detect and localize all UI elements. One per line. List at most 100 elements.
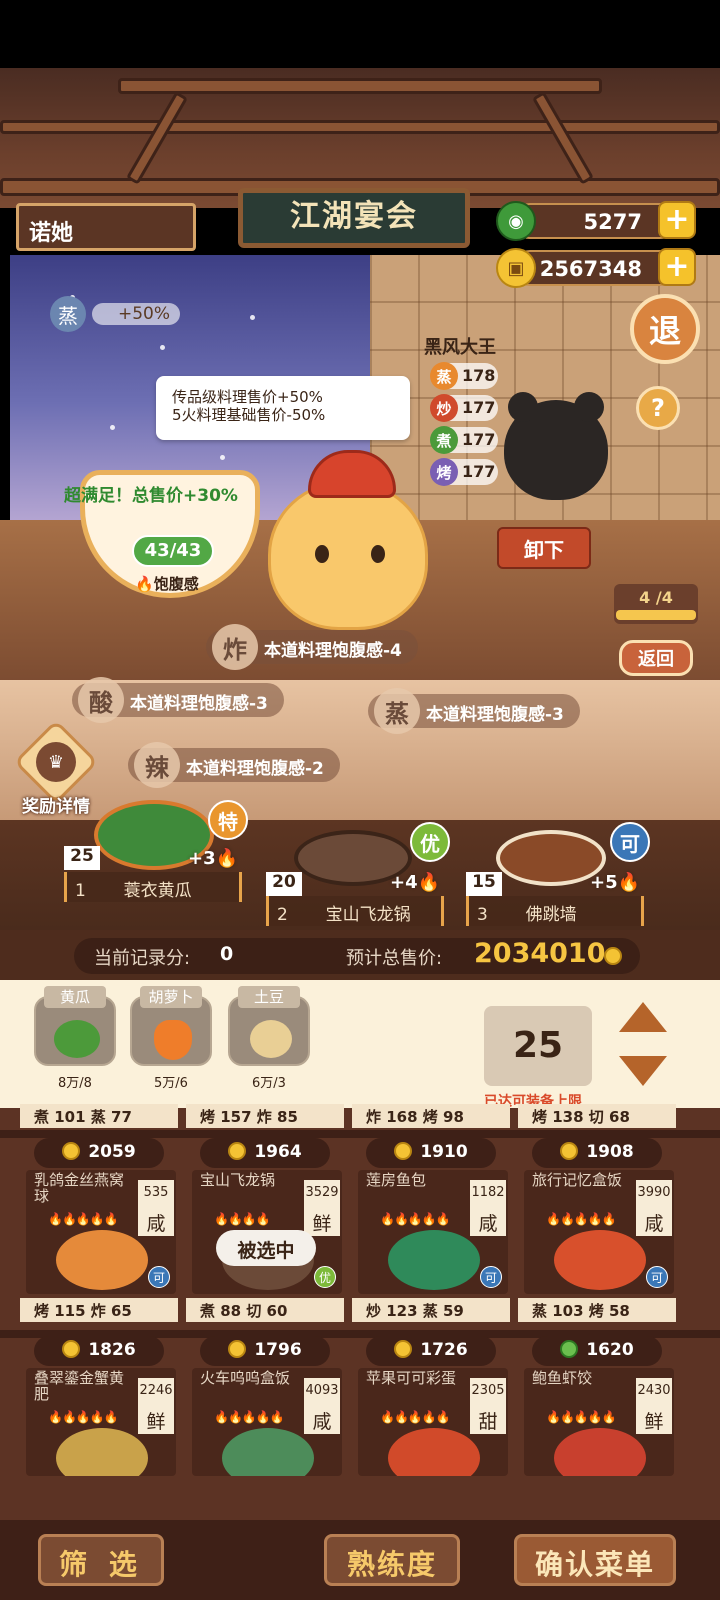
recipe-stats: 炒 123 蒸 59 (352, 1298, 510, 1322)
recipe-price: 1826 (34, 1336, 164, 1366)
recipe-card[interactable]: 1908 旅行记忆盒饭 3990 咸 🔥🔥🔥🔥🔥 可 蒸 103 烤 58 (518, 1138, 678, 1334)
recipe-flavor: 咸 (636, 1206, 672, 1236)
selected-label: 被选中 (216, 1230, 316, 1266)
decrease-arrow-icon[interactable] (619, 1056, 667, 1086)
recipe-title: 莲房鱼包 (366, 1171, 427, 1189)
grade-badge: 可 (148, 1266, 170, 1288)
penalty-tag: 蒸 本道料理饱腹感-3 (368, 688, 580, 734)
opponent-stat: 煮 177 (430, 426, 498, 454)
ingredient-qty: 5万/6 (154, 1076, 188, 1091)
coin-icon (604, 947, 622, 965)
stat-badge: 蒸 (430, 362, 458, 390)
stat-a: 煮 (34, 1108, 50, 1126)
coin-icon: ▣ (496, 248, 536, 288)
confirm-menu-button[interactable]: 确认菜单 (514, 1534, 676, 1586)
increase-arrow-icon[interactable] (619, 1002, 667, 1032)
stat-b: 炸 (256, 1108, 272, 1126)
stat-b: 切 (588, 1108, 604, 1126)
recipe-price: 1796 (200, 1336, 330, 1366)
fire-rating-icon: 🔥🔥🔥🔥🔥 (48, 1212, 119, 1226)
add-coin-button[interactable]: + (658, 248, 696, 286)
roof-background (0, 68, 720, 208)
food-image (554, 1230, 646, 1290)
return-button[interactable]: 返回 (619, 640, 693, 676)
dish-quantity: 25 (64, 846, 100, 870)
dish-index: 1 (75, 881, 86, 901)
unload-button[interactable]: 卸下 (497, 527, 591, 569)
menu-slot-1[interactable]: 25 特 +3🔥 1 蓑衣黄瓜 (64, 790, 248, 906)
recipe-card[interactable]: 1620 鲍鱼虾饺 2430 鲜 🔥🔥🔥🔥🔥 (518, 1336, 678, 1520)
stat-a-value: 157 (220, 1108, 252, 1126)
recipe-art: 苹果可可彩蛋 2305 甜 🔥🔥🔥🔥🔥 (358, 1368, 508, 1476)
penalty-badge: 炸 (212, 624, 258, 670)
grade-badge: 可 (610, 822, 650, 862)
price-value: 1826 (88, 1340, 136, 1360)
stat-value: 177 (462, 462, 496, 481)
total-value: 2034010 (474, 938, 606, 969)
carrot-icon (154, 1020, 192, 1060)
recipe-stats: 烤 138 切 68 (518, 1104, 676, 1128)
recipe-count: 2430 (636, 1378, 672, 1404)
grade-badge: 优 (314, 1266, 336, 1288)
recipe-count: 4093 (304, 1378, 340, 1404)
stat-b-value: 98 (443, 1108, 464, 1126)
steam-badge: 蒸 (50, 296, 86, 332)
penalty-tag: 酸 本道料理饱腹感-3 (72, 677, 284, 723)
dish-quantity: 15 (466, 872, 502, 896)
price-value: 1796 (254, 1340, 302, 1360)
recipe-price: 2059 (34, 1138, 164, 1168)
dish-bonus-value: +5 (590, 872, 618, 893)
menu-slot-3[interactable]: 15 可 +5🔥 3 佛跳墙 (466, 822, 650, 932)
recipe-flavor: 鲜 (138, 1404, 174, 1434)
reward-icon[interactable]: ♛ (36, 742, 76, 782)
recipe-card[interactable]: 2059 乳鸽金丝燕窝球 535 咸 🔥🔥🔥🔥🔥 可 烤 115 炸 65 (20, 1138, 180, 1334)
recipe-title: 乳鸽金丝燕窝球 (34, 1171, 125, 1205)
recipe-card[interactable]: 1910 莲房鱼包 1182 咸 🔥🔥🔥🔥🔥 可 炒 123 蒸 59 (352, 1138, 512, 1334)
add-jade-button[interactable]: + (658, 201, 696, 239)
stat-a: 炸 (366, 1108, 382, 1126)
opponent-stat: 炒 177 (430, 394, 498, 422)
retreat-button[interactable]: 退 (630, 294, 700, 364)
stat-b-value: 77 (111, 1108, 132, 1126)
menu-slot-2[interactable]: 20 优 +4🔥 2 宝山飞龙锅 (266, 822, 450, 932)
food-image (222, 1428, 314, 1476)
recipe-count: 3529 (304, 1180, 340, 1206)
dish-bonus: +5🔥 (590, 872, 641, 893)
stat-value: 177 (462, 398, 496, 417)
recipe-title: 旅行记忆盒饭 (532, 1171, 623, 1189)
record-label: 当前记录分: (94, 948, 191, 969)
penalty-badge: 蒸 (374, 688, 420, 734)
price-value: 1908 (586, 1142, 634, 1162)
quantity-stepper-value[interactable]: 25 (484, 1006, 592, 1086)
arrow-up-icon (560, 1340, 579, 1358)
help-button[interactable]: ? (636, 386, 680, 430)
total-label: 预计总售价: (346, 948, 443, 969)
stat-b-value: 68 (609, 1108, 630, 1126)
recipe-card[interactable]: 1796 火车呜呜盒饭 4093 咸 🔥🔥🔥🔥🔥 (186, 1336, 346, 1520)
player-name: 诺她 (16, 203, 196, 251)
dish-name-plate: 1 蓑衣黄瓜 (64, 872, 242, 902)
recipe-flavor: 鲜 (304, 1206, 340, 1236)
potato-icon (250, 1020, 292, 1058)
penalty-text: 本道料理饱腹感-3 (130, 694, 268, 714)
recipe-count: 1182 (470, 1180, 506, 1206)
bowl-status-text: 超满足！总售价+30% (64, 486, 238, 506)
proficiency-button[interactable]: 熟练度 (324, 1534, 460, 1586)
stat-a: 烤 (532, 1108, 548, 1126)
jade-balance: 5277 (512, 203, 678, 239)
recipe-stats: 蒸 103 烤 58 (518, 1298, 676, 1322)
price-value: 2059 (88, 1142, 136, 1162)
recipe-card[interactable]: 1726 苹果可可彩蛋 2305 甜 🔥🔥🔥🔥🔥 (352, 1336, 512, 1520)
coin-icon (62, 1340, 81, 1358)
coin-icon (228, 1142, 247, 1160)
fullness-label: 🔥饱腹感 (135, 575, 199, 593)
dish-index: 2 (277, 905, 288, 925)
filter-button[interactable]: 筛 选 (38, 1534, 164, 1586)
coin-balance: 2567348 (512, 250, 678, 286)
fire-rating-icon: 🔥🔥🔥🔥🔥 (380, 1410, 451, 1424)
dish-name: 佛跳墙 (525, 905, 577, 925)
stat-badge: 煮 (430, 426, 458, 454)
stat-badge: 炒 (430, 394, 458, 422)
recipe-card[interactable]: 1826 叠翠鎏金蟹黄肥 2246 鲜 🔥🔥🔥🔥🔥 (20, 1336, 180, 1520)
penalty-tag: 辣 本道料理饱腹感-2 (128, 742, 340, 788)
